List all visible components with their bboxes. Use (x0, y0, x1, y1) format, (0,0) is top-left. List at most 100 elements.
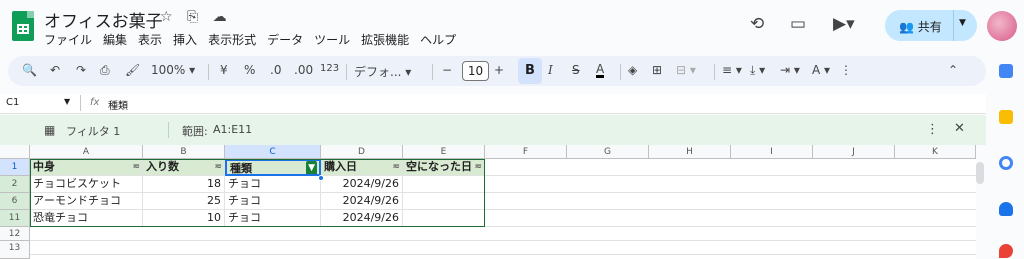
name-box-dropdown-icon[interactable]: ▼ (64, 97, 70, 106)
share-button[interactable]: 👥 共有 ▼ (885, 10, 977, 41)
header-cell[interactable]: 空になった日 ≂ (403, 159, 485, 176)
collapse-toolbar-icon[interactable]: ⌃ (948, 63, 958, 77)
history-icon[interactable]: ⟲ (750, 14, 764, 34)
table-cell[interactable]: アーモンドチョコ (30, 193, 143, 210)
print-icon[interactable]: ⎙ (100, 63, 110, 78)
menu-format[interactable]: 表示形式 (208, 31, 256, 48)
empty-cells[interactable] (485, 159, 976, 227)
filter-icon[interactable]: ≂ (474, 159, 482, 175)
borders-icon[interactable]: ⊞ (652, 63, 662, 77)
tasks-icon[interactable] (999, 156, 1013, 170)
menu-extensions[interactable]: 拡張機能 (361, 31, 409, 48)
filter-name[interactable]: フィルタ 1 (66, 123, 120, 139)
redo-icon[interactable]: ↷ (76, 63, 86, 77)
sheets-logo[interactable] (12, 11, 34, 41)
fill-handle[interactable] (318, 175, 324, 181)
empty-rows[interactable] (30, 227, 976, 259)
move-folder-icon[interactable]: ⎘ (187, 9, 198, 25)
contacts-icon[interactable] (999, 202, 1013, 216)
search-menus-icon[interactable]: 🔍 (22, 63, 37, 77)
table-cell[interactable]: 2024/9/26 (321, 176, 403, 193)
header-cell[interactable]: 購入日 ≂ (321, 159, 403, 176)
active-filter-icon[interactable]: ▼ (306, 161, 317, 174)
menu-file[interactable]: ファイル (44, 31, 92, 48)
text-rotation-icon[interactable]: A ▾ (812, 63, 830, 77)
meet-icon[interactable]: ▶▾ (833, 14, 855, 34)
table-cell[interactable]: チョコ (225, 176, 321, 193)
table-cell[interactable]: 2024/9/26 (321, 210, 403, 227)
doc-title[interactable]: オフィスお菓子 (44, 7, 163, 32)
row-header[interactable]: 12 (0, 227, 30, 241)
filter-icon[interactable]: ≂ (392, 159, 400, 175)
formula-input[interactable]: 種類 (108, 97, 128, 112)
name-box[interactable]: C1 (6, 97, 19, 108)
close-filter-icon[interactable]: ✕ (954, 121, 965, 136)
row-header[interactable]: 11 (0, 210, 30, 227)
font-select[interactable]: デフォ... ▾ (354, 63, 411, 80)
menu-edit[interactable]: 編集 (103, 31, 127, 48)
menu-data[interactable]: データ (267, 31, 303, 48)
header-cell-selected[interactable]: 種類 ▼ (225, 159, 321, 176)
filter-options-icon[interactable]: ⋮ (926, 122, 939, 137)
menu-view[interactable]: 表示 (138, 31, 162, 48)
table-cell[interactable]: 10 (143, 210, 225, 227)
bold-button[interactable]: B (518, 58, 542, 84)
table-cell[interactable]: 恐竜チョコ (30, 210, 143, 227)
increase-font-size-icon[interactable]: + (494, 63, 504, 77)
filter-icon[interactable]: ≂ (214, 159, 222, 175)
table-cell[interactable] (403, 176, 485, 193)
text-wrap-icon[interactable]: ⇥ ▾ (780, 63, 800, 77)
column-header-k[interactable]: K (895, 145, 976, 159)
filter-range[interactable]: A1:E11 (213, 123, 252, 136)
table-cell[interactable]: 2024/9/26 (321, 193, 403, 210)
column-header-c[interactable]: C (225, 145, 321, 159)
column-header-d[interactable]: D (321, 145, 403, 159)
comments-icon[interactable]: ▭ (790, 14, 806, 34)
header-cell[interactable]: 入り数 ≂ (143, 159, 225, 176)
decrease-font-size-icon[interactable]: − (442, 63, 452, 77)
table-cell[interactable]: チョコビスケット (30, 176, 143, 193)
menu-insert[interactable]: 挿入 (173, 31, 197, 48)
column-header-f[interactable]: F (485, 145, 567, 159)
avatar[interactable] (987, 11, 1017, 41)
horizontal-align-icon[interactable]: ≡ ▾ (722, 63, 742, 77)
column-header-g[interactable]: G (567, 145, 649, 159)
column-header-j[interactable]: J (813, 145, 895, 159)
column-header-i[interactable]: I (731, 145, 813, 159)
row-header[interactable]: 13 (0, 241, 30, 259)
share-dropdown-icon[interactable]: ▼ (959, 18, 966, 28)
menu-tools[interactable]: ツール (314, 31, 350, 48)
increase-decimal-button[interactable]: .00 (294, 63, 313, 77)
currency-format-button[interactable]: ¥ (220, 63, 228, 77)
text-color-button[interactable]: A (596, 63, 605, 78)
strikethrough-button[interactable]: S (572, 63, 580, 77)
table-cell[interactable] (403, 210, 485, 227)
undo-icon[interactable]: ↶ (50, 63, 60, 77)
paint-format-icon[interactable]: 🖌 (125, 63, 140, 77)
italic-button[interactable]: I (548, 63, 553, 77)
table-cell[interactable]: チョコ (225, 210, 321, 227)
zoom-select[interactable]: 100% ▾ (151, 63, 195, 77)
menu-help[interactable]: ヘルプ (420, 31, 456, 48)
header-cell[interactable]: 中身 ≂ (30, 159, 143, 176)
row-header[interactable]: 6 (0, 193, 30, 210)
column-header-b[interactable]: B (143, 145, 225, 159)
vertical-align-icon[interactable]: ⤓ ▾ (750, 63, 765, 78)
merge-cells-icon[interactable]: ⊟ ▾ (676, 63, 696, 77)
maps-icon[interactable] (999, 244, 1013, 258)
decrease-decimal-button[interactable]: .0 (270, 63, 281, 77)
number-format-button[interactable]: 123 (320, 63, 339, 74)
table-cell[interactable]: チョコ (225, 193, 321, 210)
column-header-e[interactable]: E (403, 145, 485, 159)
column-header-a[interactable]: A (30, 145, 143, 159)
table-cell[interactable] (403, 193, 485, 210)
row-header[interactable]: 2 (0, 176, 30, 193)
table-cell[interactable]: 18 (143, 176, 225, 193)
filter-icon[interactable]: ≂ (132, 159, 140, 175)
percent-format-button[interactable]: % (244, 63, 255, 77)
star-icon[interactable]: ☆ (160, 9, 173, 25)
fill-color-icon[interactable]: ◈ (628, 63, 637, 77)
font-size-input[interactable]: 10 (462, 61, 489, 81)
column-header-h[interactable]: H (649, 145, 731, 159)
more-tools-icon[interactable]: ⋮ (840, 63, 852, 77)
